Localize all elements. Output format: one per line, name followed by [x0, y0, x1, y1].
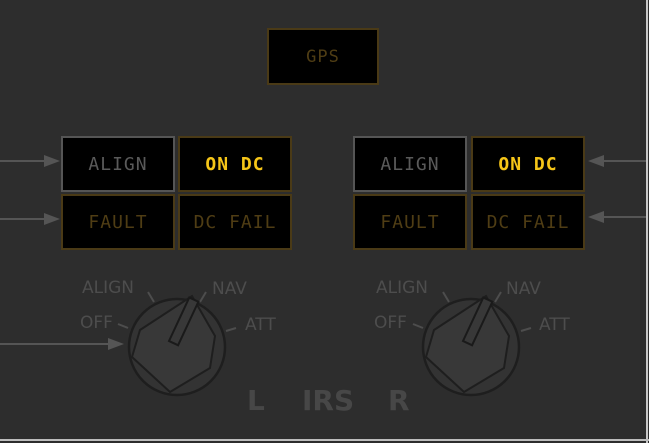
right-knob-nav-label: NAV	[506, 279, 541, 299]
footer-right-label: R	[388, 384, 410, 417]
left-align-arrow-icon	[0, 155, 60, 167]
left-mode-selector-knob[interactable]	[127, 294, 227, 397]
right-fault-button[interactable]: FAULT	[353, 194, 467, 250]
left-knob-align-label: ALIGN	[82, 278, 135, 298]
left-dc-fail-button[interactable]: DC FAIL	[178, 194, 292, 250]
left-align-button[interactable]: ALIGN	[61, 136, 175, 192]
left-on-dc-label: ON DC	[205, 153, 265, 175]
left-knob-nav-label: NAV	[212, 279, 247, 299]
left-dc-fail-label: DC FAIL	[193, 211, 277, 233]
right-align-label: ALIGN	[380, 153, 440, 175]
right-knob-align-label: ALIGN	[376, 278, 429, 298]
right-dc-fail-button[interactable]: DC FAIL	[471, 194, 585, 250]
left-fault-label: FAULT	[88, 211, 148, 233]
left-align-label: ALIGN	[88, 153, 148, 175]
right-on-dc-button[interactable]: ON DC	[471, 136, 585, 192]
right-knob-off-label: OFF	[374, 313, 407, 333]
left-on-dc-button[interactable]: ON DC	[178, 136, 292, 192]
right-fault-label: FAULT	[380, 211, 440, 233]
footer-irs-label: IRS	[302, 384, 355, 417]
right-align-button[interactable]: ALIGN	[353, 136, 467, 192]
left-fault-button[interactable]: FAULT	[61, 194, 175, 250]
footer-left-label: L	[247, 384, 265, 417]
right-on-dc-label: ON DC	[498, 153, 558, 175]
left-knob-arrow-icon	[0, 338, 124, 350]
right-dc-fail-label: DC FAIL	[486, 211, 570, 233]
left-fault-arrow-icon	[0, 213, 60, 225]
gps-button[interactable]: GPS	[267, 28, 379, 85]
left-knob-off-label: OFF	[80, 313, 113, 333]
right-on-dc-arrow-icon	[588, 155, 646, 167]
right-knob-att-label: ATT	[539, 315, 570, 335]
left-knob-att-label: ATT	[245, 315, 276, 335]
right-mode-selector-knob[interactable]	[421, 294, 521, 397]
gps-label: GPS	[306, 46, 340, 67]
right-dc-fail-arrow-icon	[588, 211, 646, 223]
